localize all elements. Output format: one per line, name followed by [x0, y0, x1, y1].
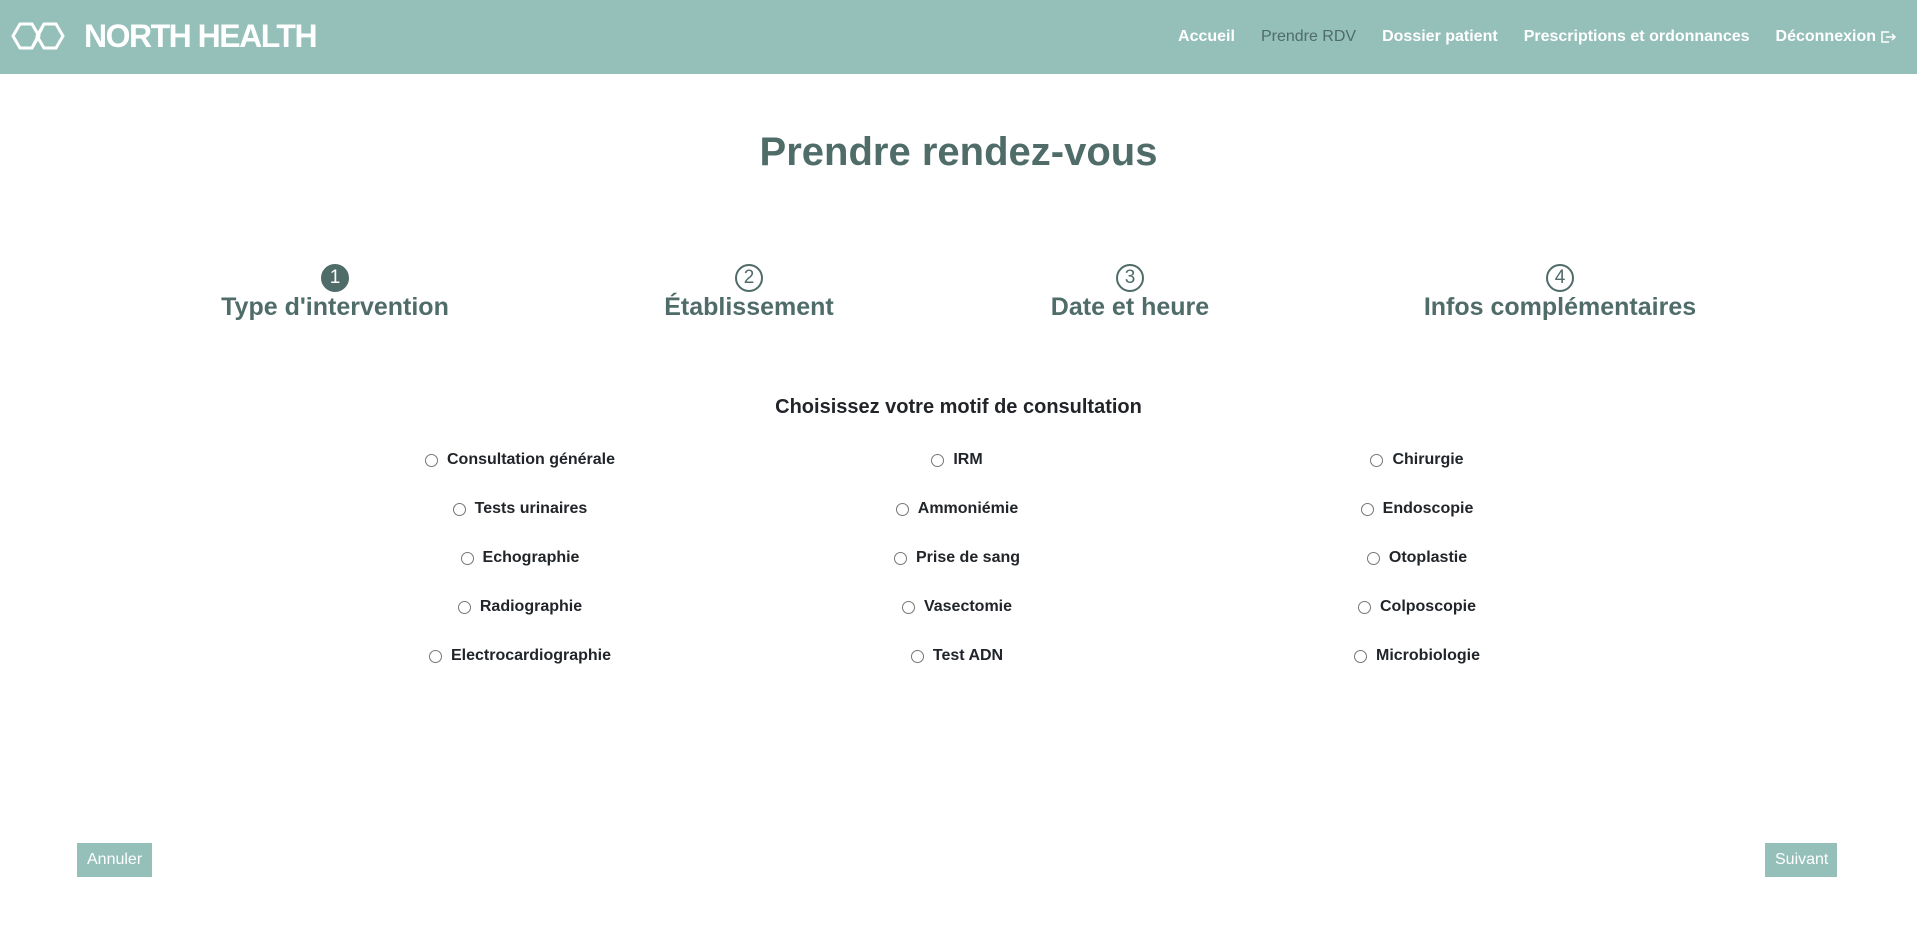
- nav-dossier-patient[interactable]: Dossier patient: [1382, 28, 1498, 46]
- option-label: Test ADN: [932, 647, 1004, 664]
- radio-button[interactable]: [910, 649, 924, 663]
- option-label: Radiographie: [479, 598, 583, 615]
- option-label: Prise de sang: [915, 549, 1021, 566]
- radio-button[interactable]: [424, 453, 438, 467]
- step-2-label: Établissement: [664, 293, 834, 321]
- step-1-number: 1: [321, 264, 349, 292]
- option-vasectomie[interactable]: Vasectomie: [757, 595, 1157, 619]
- step-4: 4 Infos complémentaires: [1360, 264, 1760, 322]
- option-echographie[interactable]: Echographie: [320, 546, 720, 570]
- nav-prendre-rdv[interactable]: Prendre RDV: [1261, 28, 1356, 46]
- option-label: Endoscopie: [1382, 500, 1474, 517]
- step-3: 3 Date et heure: [930, 264, 1330, 322]
- consultation-question: Choisissez votre motif de consultation: [775, 396, 1142, 418]
- radio-button[interactable]: [452, 502, 466, 516]
- option-prise-de-sang[interactable]: Prise de sang: [757, 546, 1157, 570]
- nav-deconnexion[interactable]: Déconnexion: [1776, 28, 1897, 46]
- option-electrocardiographie[interactable]: Electrocardiographie: [320, 644, 720, 668]
- brand[interactable]: NORTH HEALTH: [10, 16, 318, 56]
- option-label: Otoplastie: [1388, 549, 1468, 566]
- option-microbiologie[interactable]: Microbiologie: [1217, 644, 1617, 668]
- radio-button[interactable]: [457, 600, 471, 614]
- radio-button[interactable]: [428, 649, 442, 663]
- nav-deconnexion-label: Déconnexion: [1775, 28, 1876, 45]
- option-label: Consultation générale: [446, 451, 616, 468]
- step-2-number: 2: [735, 264, 763, 292]
- next-button[interactable]: Suivant: [1765, 843, 1837, 877]
- radio-button[interactable]: [1354, 649, 1367, 663]
- radio-button[interactable]: [931, 453, 945, 467]
- north-health-logo-icon: [11, 22, 65, 50]
- option-label: Echographie: [482, 549, 580, 566]
- option-label: Microbiologie: [1376, 647, 1480, 664]
- step-1: 1 Type d'intervention: [135, 264, 535, 322]
- brand-name: NORTH HEALTH: [84, 18, 318, 54]
- radio-button[interactable]: [901, 600, 915, 614]
- main-nav: Accueil Prendre RDV Dossier patient Pres…: [1152, 0, 1897, 74]
- top-navbar: NORTH HEALTH Accueil Prendre RDV Dossier…: [0, 0, 1917, 74]
- nav-accueil[interactable]: Accueil: [1178, 28, 1235, 46]
- option-colposcopie[interactable]: Colposcopie: [1217, 595, 1617, 619]
- option-tests-urinaires[interactable]: Tests urinaires: [320, 497, 720, 521]
- option-test-adn[interactable]: Test ADN: [757, 644, 1157, 668]
- option-radiographie[interactable]: Radiographie: [320, 595, 720, 619]
- option-label: Chirurgie: [1392, 451, 1464, 468]
- radio-button[interactable]: [895, 502, 909, 516]
- radio-button[interactable]: [1366, 551, 1380, 565]
- step-2: 2 Établissement: [549, 264, 949, 322]
- radio-button[interactable]: [1370, 453, 1384, 467]
- option-label: IRM: [953, 451, 983, 468]
- radio-button[interactable]: [1360, 502, 1374, 516]
- nav-prescriptions[interactable]: Prescriptions et ordonnances: [1524, 28, 1750, 46]
- radio-button[interactable]: [1357, 600, 1371, 614]
- option-chirurgie[interactable]: Chirurgie: [1217, 448, 1617, 472]
- step-3-number: 3: [1116, 264, 1144, 292]
- option-label: Ammoniémie: [917, 500, 1019, 517]
- option-consultation-generale[interactable]: Consultation générale: [320, 448, 720, 472]
- logout-arrow-icon: [1881, 31, 1897, 43]
- option-otoplastie[interactable]: Otoplastie: [1217, 546, 1617, 570]
- option-ammoniemie[interactable]: Ammoniémie: [757, 497, 1157, 521]
- option-label: Colposcopie: [1379, 598, 1476, 615]
- step-3-label: Date et heure: [1050, 293, 1210, 321]
- option-irm[interactable]: IRM: [757, 448, 1157, 472]
- radio-button[interactable]: [460, 551, 474, 565]
- cancel-button[interactable]: Annuler: [77, 843, 152, 877]
- step-4-number: 4: [1546, 264, 1574, 292]
- option-label: Vasectomie: [923, 598, 1013, 615]
- option-label: Electrocardiographie: [450, 647, 612, 664]
- page-title: Prendre rendez-vous: [759, 130, 1158, 174]
- radio-button[interactable]: [893, 551, 907, 565]
- option-endoscopie[interactable]: Endoscopie: [1217, 497, 1617, 521]
- step-1-label: Type d'intervention: [221, 293, 449, 321]
- option-label: Tests urinaires: [474, 500, 588, 517]
- step-4-label: Infos complémentaires: [1423, 293, 1697, 321]
